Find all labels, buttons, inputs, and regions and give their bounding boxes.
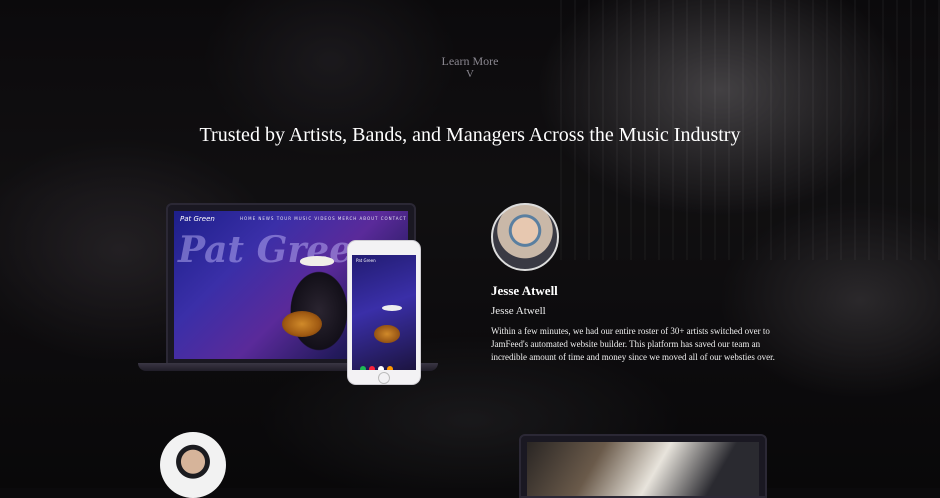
streaming-icons — [360, 359, 396, 370]
phone-hat-shape — [382, 305, 402, 311]
phone-home-button — [378, 372, 390, 384]
testimonial-quote: Within a few minutes, we had our entire … — [491, 326, 775, 362]
apple-music-icon — [369, 366, 375, 370]
amazon-icon — [378, 366, 384, 370]
phone-screen: Pat Green — [352, 255, 416, 370]
guitar-shape — [282, 311, 322, 337]
learn-more-link[interactable]: Learn More V — [0, 55, 940, 81]
avatar — [160, 432, 226, 498]
learn-more-label: Learn More — [441, 54, 499, 68]
phone-guitar-shape — [374, 325, 400, 343]
site-nav: HOME NEWS TOUR MUSIC VIDEOS MERCH ABOUT … — [240, 216, 407, 221]
phone-site-brand: Pat Green — [356, 258, 376, 263]
phone-mockup: Pat Green — [347, 240, 421, 385]
avatar — [491, 203, 559, 271]
testimonial-role: Jesse Atwell — [491, 305, 546, 317]
site-brand: Pat Green — [180, 215, 215, 223]
section-headline: Trusted by Artists, Bands, and Managers … — [199, 124, 741, 146]
hat-shape — [300, 256, 334, 266]
spotify-icon — [360, 366, 366, 370]
chevron-down-icon: V — [466, 68, 474, 80]
testimonial-name: Jesse Atwell — [491, 283, 558, 298]
store-icon — [387, 366, 393, 370]
laptop-mockup — [519, 434, 767, 498]
